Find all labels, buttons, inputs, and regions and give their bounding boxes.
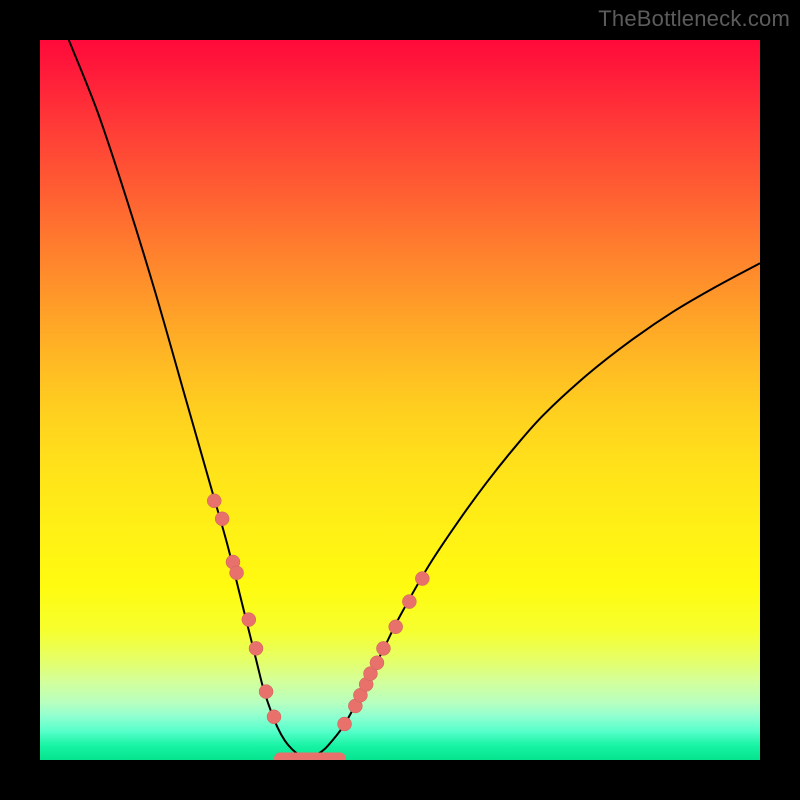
bead-right bbox=[376, 641, 390, 655]
bead-left bbox=[249, 641, 263, 655]
plot-area bbox=[40, 40, 760, 760]
bead-left bbox=[259, 685, 273, 699]
bead-right bbox=[370, 656, 384, 670]
bead-left bbox=[230, 566, 244, 580]
bead-left bbox=[242, 613, 256, 627]
right-curve bbox=[306, 263, 760, 758]
bead-right bbox=[338, 717, 352, 731]
bead-right bbox=[402, 595, 416, 609]
watermark-text: TheBottleneck.com bbox=[598, 6, 790, 32]
left-curve bbox=[69, 40, 307, 759]
bead-left bbox=[215, 512, 229, 526]
bead-left bbox=[207, 494, 221, 508]
bead-right bbox=[389, 620, 403, 634]
bead-right bbox=[415, 572, 429, 586]
chart-frame: TheBottleneck.com bbox=[0, 0, 800, 800]
curves-layer bbox=[40, 40, 760, 760]
bead-bottom-bar bbox=[274, 753, 346, 760]
bead-left bbox=[267, 710, 281, 724]
